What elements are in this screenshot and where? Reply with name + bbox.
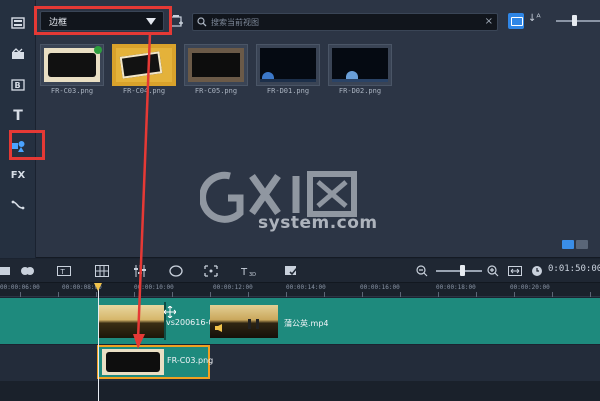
- ruler-tick-label: 00:00:12:00: [213, 284, 253, 291]
- ruler-tick-label: 00:00:16:00: [360, 284, 400, 291]
- thumbnail-size-slider[interactable]: [556, 15, 600, 26]
- zoom-slider[interactable]: [436, 265, 482, 276]
- subtitle-icon[interactable]: T: [57, 265, 71, 277]
- svg-text:3D: 3D: [249, 272, 256, 277]
- slider-knob[interactable]: [460, 265, 465, 276]
- overlay-clip-label: FR-C03.png: [167, 356, 214, 365]
- media-icon[interactable]: [6, 12, 30, 34]
- multicam-icon[interactable]: [95, 265, 109, 277]
- watermark-text: system.com: [258, 213, 378, 233]
- ruler-tick-label: 00:00:14:00: [286, 284, 326, 291]
- clock-icon: [532, 266, 542, 276]
- search-field[interactable]: ×: [192, 13, 498, 31]
- thumbnail-label: FR-D02.png: [338, 87, 382, 95]
- move-cursor-icon: [164, 306, 176, 318]
- video-clip-label: 蒲公英.mp4: [284, 319, 329, 328]
- playhead[interactable]: [98, 283, 99, 401]
- empty-track[interactable]: [0, 381, 600, 401]
- playhead-handle[interactable]: [94, 283, 102, 291]
- audio-mixer-icon[interactable]: [133, 265, 147, 277]
- ruler-tick-label: 00:00:06:00: [0, 284, 40, 291]
- library-left-toolbar: B T FX: [0, 0, 36, 258]
- thumbnail-label: FR-C03.png: [50, 87, 94, 95]
- library-thumbnail[interactable]: [40, 44, 104, 86]
- library-thumbnail[interactable]: [184, 44, 248, 86]
- ruler-tick-label: 00:00:10:00: [134, 284, 174, 291]
- project-duration: 0:01:50:00: [548, 264, 600, 274]
- layout-icon[interactable]: [562, 240, 574, 249]
- slider-knob[interactable]: [572, 15, 577, 26]
- import-media-icon[interactable]: [170, 14, 184, 28]
- video-clip-thumbnail[interactable]: [210, 305, 278, 338]
- search-icon: [197, 17, 207, 27]
- library-thumbnail[interactable]: [256, 44, 320, 86]
- svg-text:B: B: [15, 81, 21, 90]
- motion-track-icon[interactable]: [204, 265, 218, 277]
- path-icon[interactable]: [6, 194, 30, 216]
- thumbnail-label: FR-D01.png: [266, 87, 310, 95]
- timeline-ruler[interactable]: 00:00:06:00 00:00:08:00 00:00:10:00 00:0…: [0, 283, 600, 297]
- layout-icon[interactable]: [576, 240, 588, 249]
- overlay-track[interactable]: FR-C03.png: [0, 345, 600, 381]
- smart-package-icon[interactable]: [284, 265, 298, 277]
- fit-project-icon[interactable]: [508, 265, 522, 277]
- thumbnail-label: FR-C05.png: [194, 87, 238, 95]
- mask-icon[interactable]: [169, 265, 183, 277]
- library-thumbnail[interactable]: [328, 44, 392, 86]
- video-clip-label: vs200616-0: [166, 318, 214, 327]
- instant-project-icon[interactable]: [6, 43, 30, 65]
- transition-icon[interactable]: B: [6, 74, 30, 96]
- library-panel: B T FX 边框 × ↓ᴬ FR-C03: [0, 0, 600, 258]
- search-input[interactable]: [211, 16, 481, 28]
- ruler-tick-label: 00:00:20:00: [510, 284, 550, 291]
- overlay-clip[interactable]: FR-C03.png: [97, 345, 214, 379]
- sort-icon[interactable]: ↓ᴬ: [528, 13, 541, 24]
- graphic-icon[interactable]: [6, 135, 30, 157]
- filter-fx-icon[interactable]: FX: [6, 164, 30, 186]
- audio-icon: [215, 324, 222, 332]
- category-dropdown[interactable]: 边框: [40, 11, 164, 31]
- track-manager-icon[interactable]: [0, 265, 14, 277]
- library-thumbnail[interactable]: [112, 44, 176, 86]
- clear-search-icon[interactable]: ×: [485, 16, 493, 27]
- svg-text:T: T: [60, 268, 66, 276]
- svg-text:T: T: [241, 267, 248, 277]
- zoom-out-icon[interactable]: [415, 265, 429, 277]
- chevron-down-icon: [146, 18, 156, 25]
- chapter-icon[interactable]: [20, 265, 34, 277]
- thumbnail-label: FR-C04.png: [122, 87, 166, 95]
- 3d-title-icon[interactable]: T 3D: [241, 265, 259, 277]
- panel-layout-toggle[interactable]: [562, 240, 592, 250]
- ruler-tick-label: 00:00:18:00: [436, 284, 476, 291]
- category-dropdown-value: 边框: [49, 17, 68, 28]
- thumbnail-view-icon[interactable]: [508, 13, 524, 29]
- zoom-in-icon[interactable]: [486, 265, 500, 277]
- check-icon: [94, 46, 102, 54]
- video-track[interactable]: vs200616-0 蒲公英.mp4: [0, 298, 600, 344]
- timeline-toolbar: T T 3D 0:01:50:00: [0, 259, 600, 283]
- video-clip-thumbnail[interactable]: [98, 305, 164, 338]
- title-icon[interactable]: T: [6, 105, 30, 127]
